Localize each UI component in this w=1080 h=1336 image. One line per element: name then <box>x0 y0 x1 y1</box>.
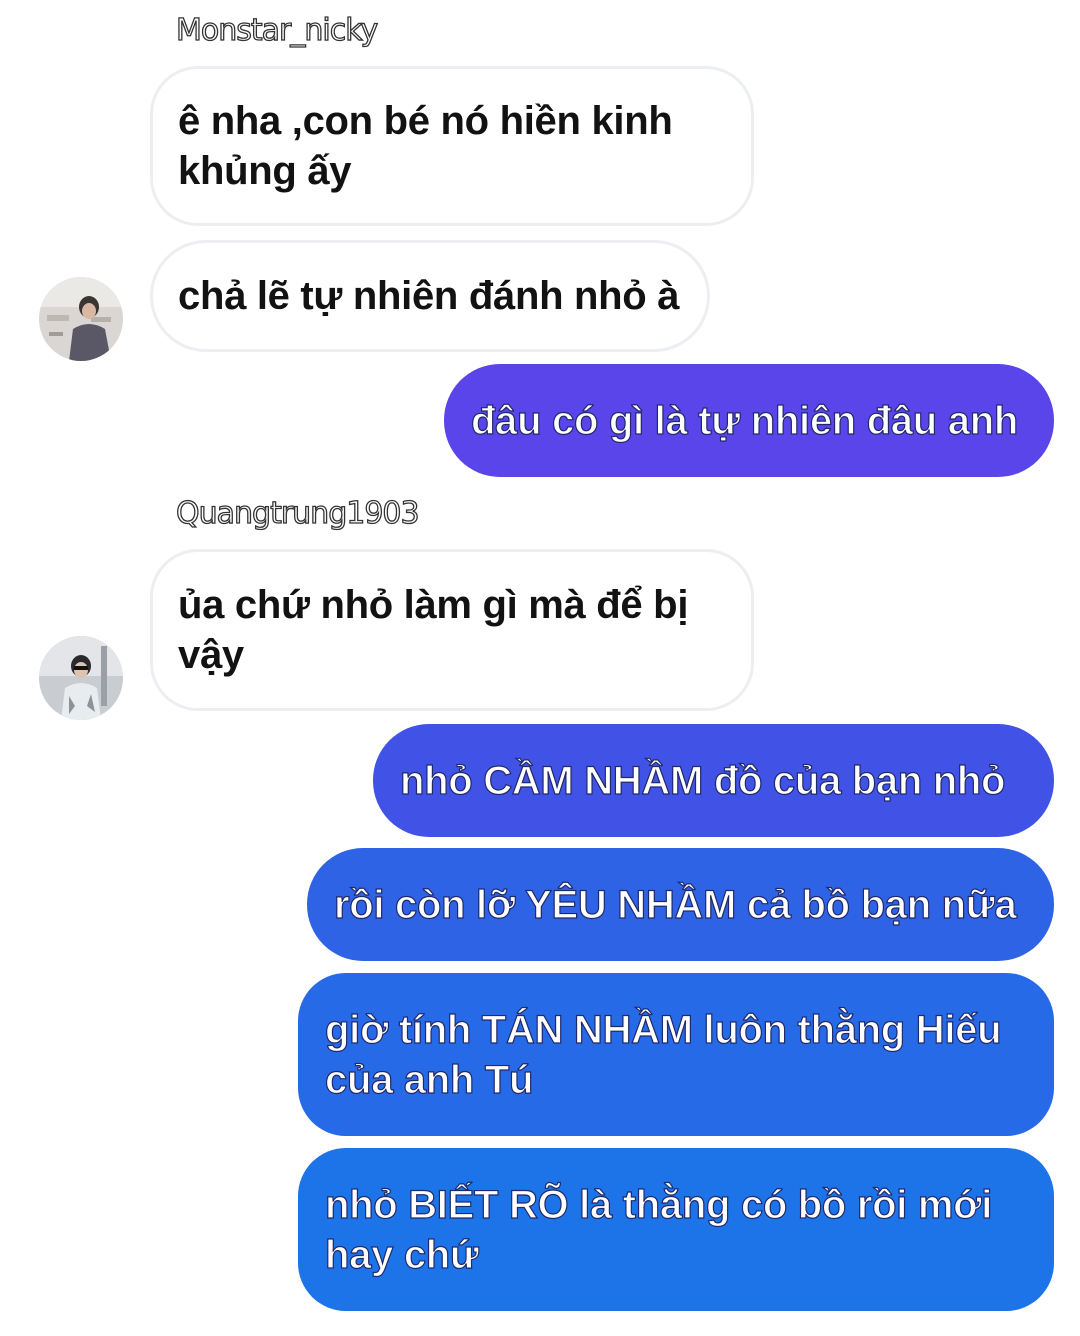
avatar-photo-icon <box>39 277 123 361</box>
sender-name: Quangtrung1903 <box>175 495 420 531</box>
message-bubble-outgoing[interactable]: rồi còn lỡ YÊU NHẦM cả bồ bạn nữa <box>307 848 1054 961</box>
user-avatar[interactable] <box>39 636 123 720</box>
message-bubble-incoming[interactable]: ê nha ,con bé nó hiền kinh khủng ấy <box>150 66 754 226</box>
message-text: nhỏ CẦM NHẦM đồ của bạn nhỏ <box>399 758 1006 803</box>
message-text: đâu có gì là tự nhiên đâu anh <box>470 398 1018 443</box>
message-text: rồi còn lỡ YÊU NHẦM cả bồ bạn nữa <box>333 882 1017 927</box>
avatar-photo-icon <box>39 636 123 720</box>
message-text: giờ tính TÁN NHẦM luôn thằng Hiếu của an… <box>324 1007 1002 1102</box>
message-bubble-outgoing[interactable]: giờ tính TÁN NHẦM luôn thằng Hiếu của an… <box>298 973 1054 1136</box>
sender-name: Monstar_nicky <box>175 12 379 48</box>
message-text: chả lẽ tự nhiên đánh nhỏ à <box>178 274 680 318</box>
message-text: ủa chứ nhỏ làm gì mà để bị vậy <box>178 583 689 677</box>
message-bubble-incoming[interactable]: ủa chứ nhỏ làm gì mà để bị vậy <box>150 549 754 711</box>
message-text: nhỏ BIẾT RÕ là thằng có bồ rồi mới hay c… <box>324 1182 993 1277</box>
message-bubble-incoming[interactable]: chả lẽ tự nhiên đánh nhỏ à <box>150 240 710 352</box>
message-bubble-outgoing[interactable]: nhỏ CẦM NHẦM đồ của bạn nhỏ <box>373 724 1054 837</box>
message-bubble-outgoing[interactable]: đâu có gì là tự nhiên đâu anh <box>444 364 1054 477</box>
user-avatar[interactable] <box>39 277 123 361</box>
message-text: ê nha ,con bé nó hiền kinh khủng ấy <box>178 99 673 193</box>
message-bubble-outgoing[interactable]: nhỏ BIẾT RÕ là thằng có bồ rồi mới hay c… <box>298 1148 1054 1311</box>
